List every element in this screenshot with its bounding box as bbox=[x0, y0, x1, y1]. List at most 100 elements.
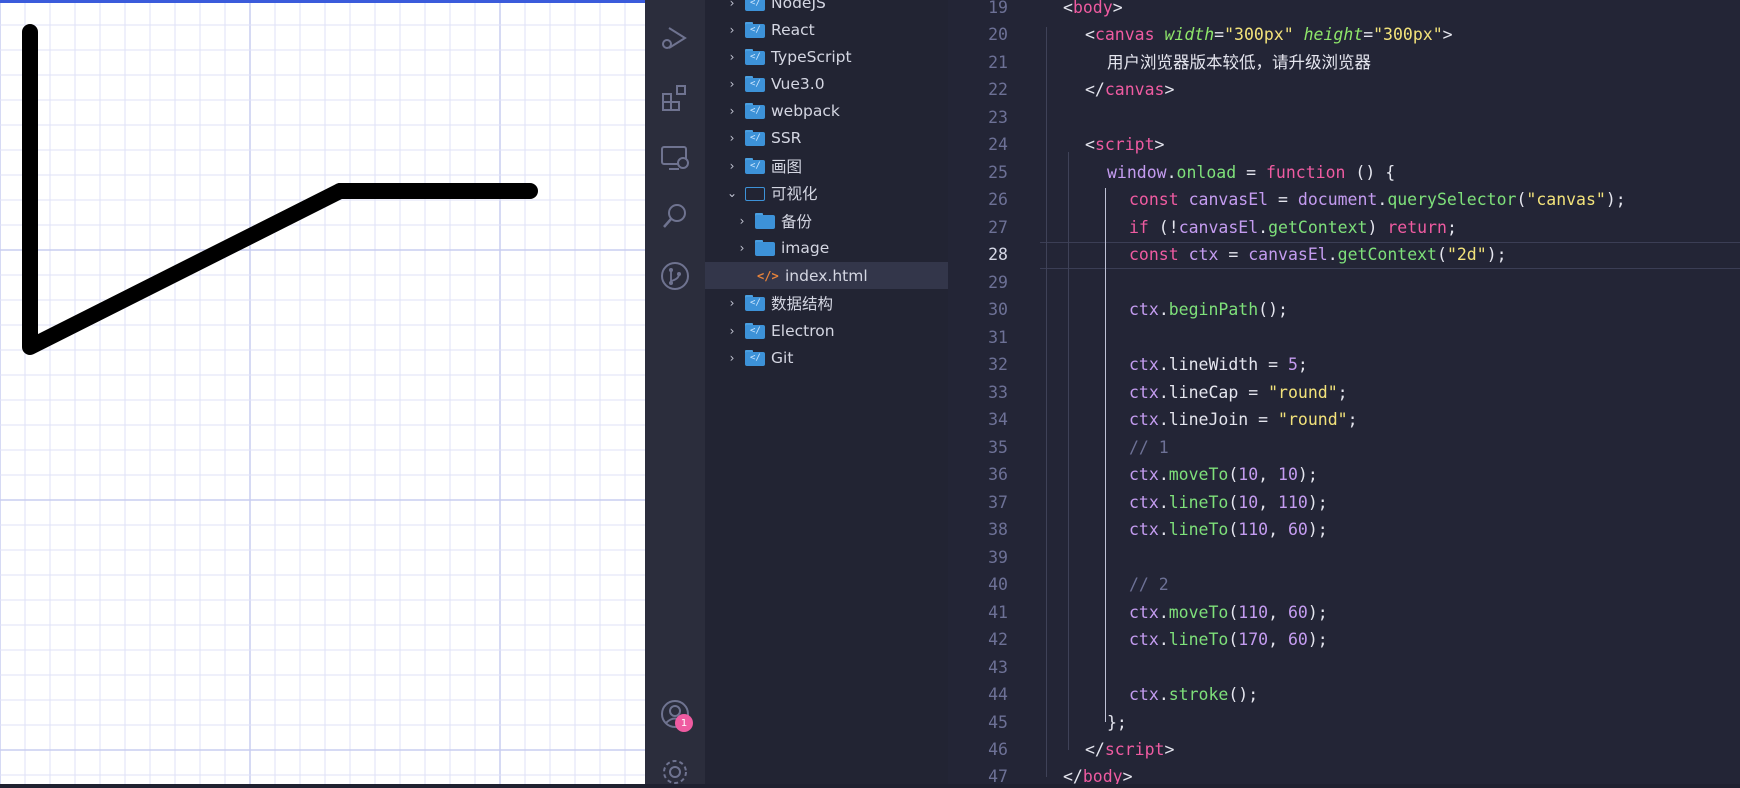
tree-item-data-structures[interactable]: › </ 数据结构 bbox=[705, 289, 948, 316]
chevron-down-icon: ⌄ bbox=[726, 185, 738, 200]
folder-code-icon: </ bbox=[745, 294, 765, 311]
line-number: 37 bbox=[988, 493, 1008, 512]
folder-code-icon: </ bbox=[745, 129, 765, 146]
folder-code-icon: </ bbox=[745, 157, 765, 174]
account-badge: 1 bbox=[675, 714, 693, 732]
folder-code-icon: </ bbox=[745, 349, 765, 366]
extensions-icon[interactable] bbox=[659, 82, 691, 114]
code-line-30: ctx.beginPath(); bbox=[1129, 300, 1288, 319]
line-number: 38 bbox=[988, 520, 1008, 539]
code-editor[interactable]: 19 20 21 22 23 24 25 26 27 28 29 30 31 3… bbox=[948, 0, 1740, 784]
code-line-42: ctx.lineTo(170, 60); bbox=[1129, 630, 1328, 649]
tree-item-label: image bbox=[781, 238, 830, 257]
code-line-20: <canvas width="300px" height="300px"> bbox=[1085, 25, 1453, 44]
indent-guide-active bbox=[1105, 188, 1106, 722]
tree-item-image[interactable]: › image bbox=[705, 234, 948, 261]
line-number: 19 bbox=[988, 0, 1008, 17]
tree-item-label: Electron bbox=[771, 321, 835, 340]
chevron-right-icon: › bbox=[729, 0, 735, 10]
tree-item-index-html[interactable]: </> index.html bbox=[705, 262, 948, 289]
tree-item-vue[interactable]: › </ Vue3.0 bbox=[705, 70, 948, 97]
code-line-35-comment: // 1 bbox=[1129, 438, 1169, 457]
code-line-34: ctx.lineJoin = "round"; bbox=[1129, 410, 1358, 429]
folder-code-icon: </ bbox=[745, 75, 765, 92]
tree-item-visualization[interactable]: ⌄ 可视化 bbox=[705, 179, 948, 206]
line-number: 27 bbox=[988, 218, 1008, 237]
tree-item-label: 画图 bbox=[771, 157, 803, 176]
tree-item-nodejs[interactable]: › </ NodeJS bbox=[705, 0, 948, 16]
line-number: 24 bbox=[988, 135, 1008, 154]
tree-item-label: SSR bbox=[771, 128, 802, 147]
tree-item-drawing[interactable]: › </ 画图 bbox=[705, 152, 948, 179]
line-number: 44 bbox=[988, 685, 1008, 704]
folder-icon bbox=[755, 239, 775, 256]
line-number: 32 bbox=[988, 355, 1008, 374]
folder-icon bbox=[755, 212, 775, 229]
tree-item-label: index.html bbox=[785, 266, 868, 285]
code-line-44: ctx.stroke(); bbox=[1129, 685, 1259, 704]
line-number: 36 bbox=[988, 465, 1008, 484]
code-line-22: </canvas> bbox=[1085, 80, 1175, 99]
tree-item-label: TypeScript bbox=[771, 47, 852, 66]
tree-item-label: Git bbox=[771, 348, 794, 367]
code-line-26: const canvasEl = document.querySelector(… bbox=[1129, 190, 1626, 209]
line-number: 47 bbox=[988, 767, 1008, 784]
tree-item-label: React bbox=[771, 20, 815, 39]
tree-item-typescript[interactable]: › </ TypeScript bbox=[705, 43, 948, 70]
chevron-right-icon: › bbox=[729, 22, 735, 37]
tree-item-backup[interactable]: › 备份 bbox=[705, 207, 948, 234]
chevron-right-icon: › bbox=[729, 76, 735, 91]
canvas-drawing bbox=[22, 24, 538, 355]
line-number: 45 bbox=[988, 713, 1008, 732]
line-number: 42 bbox=[988, 630, 1008, 649]
code-line-28: const ctx = canvasEl.getContext("2d"); bbox=[1129, 245, 1507, 264]
code-line-27: if (!canvasEl.getContext) return; bbox=[1129, 218, 1457, 237]
run-debug-icon[interactable] bbox=[659, 22, 691, 54]
line-number: 25 bbox=[988, 163, 1008, 182]
chevron-right-icon: › bbox=[739, 213, 745, 228]
code-line-40-comment: // 2 bbox=[1129, 575, 1169, 594]
html-file-icon: </> bbox=[757, 268, 779, 283]
code-line-45: }; bbox=[1107, 713, 1127, 732]
line-number: 21 bbox=[988, 53, 1008, 72]
tree-item-react[interactable]: › </ React bbox=[705, 16, 948, 43]
preview-top-border bbox=[0, 0, 645, 3]
line-number: 33 bbox=[988, 383, 1008, 402]
line-number: 22 bbox=[988, 80, 1008, 99]
source-control-icon[interactable] bbox=[659, 260, 691, 292]
tree-item-webpack[interactable]: › </ webpack bbox=[705, 97, 948, 124]
settings-icon[interactable] bbox=[659, 756, 691, 788]
code-line-36: ctx.moveTo(10, 10); bbox=[1129, 465, 1318, 484]
chevron-right-icon: › bbox=[729, 295, 735, 310]
remote-explorer-icon[interactable] bbox=[659, 142, 691, 174]
line-number: 39 bbox=[988, 548, 1008, 567]
chevron-right-icon: › bbox=[739, 240, 745, 255]
file-explorer: › </ NodeJS › </ React › </ TypeScript ›… bbox=[705, 0, 948, 784]
tree-item-electron[interactable]: › </ Electron bbox=[705, 317, 948, 344]
code-line-37: ctx.lineTo(10, 110); bbox=[1129, 493, 1328, 512]
code-line-21: 用户浏览器版本较低，请升级浏览器 bbox=[1107, 53, 1371, 72]
chevron-right-icon: › bbox=[729, 158, 735, 173]
line-number: 26 bbox=[988, 190, 1008, 209]
code-line-38: ctx.lineTo(110, 60); bbox=[1129, 520, 1328, 539]
stroke-path-1 bbox=[22, 24, 348, 355]
tree-item-label: 备份 bbox=[781, 212, 813, 231]
tree-item-label: 数据结构 bbox=[771, 294, 834, 313]
chevron-right-icon: › bbox=[729, 49, 735, 64]
line-number: 41 bbox=[988, 603, 1008, 622]
tree-item-git[interactable]: › </ Git bbox=[705, 344, 948, 371]
line-number: 20 bbox=[988, 25, 1008, 44]
line-number: 43 bbox=[988, 658, 1008, 677]
code-line-19: <body> bbox=[1063, 0, 1123, 17]
folder-code-icon: </ bbox=[745, 322, 765, 339]
line-number: 23 bbox=[988, 108, 1008, 127]
tree-item-ssr[interactable]: › </ SSR bbox=[705, 124, 948, 151]
code-line-47: </body> bbox=[1063, 767, 1133, 784]
code-line-46: </script> bbox=[1085, 740, 1175, 759]
code-line-33: ctx.lineCap = "round"; bbox=[1129, 383, 1348, 402]
line-number: 46 bbox=[988, 740, 1008, 759]
search-icon[interactable] bbox=[659, 200, 691, 232]
code-line-25: window.onload = function () { bbox=[1107, 163, 1396, 182]
code-line-41: ctx.moveTo(110, 60); bbox=[1129, 603, 1328, 622]
indent-guide bbox=[1046, 27, 1047, 777]
